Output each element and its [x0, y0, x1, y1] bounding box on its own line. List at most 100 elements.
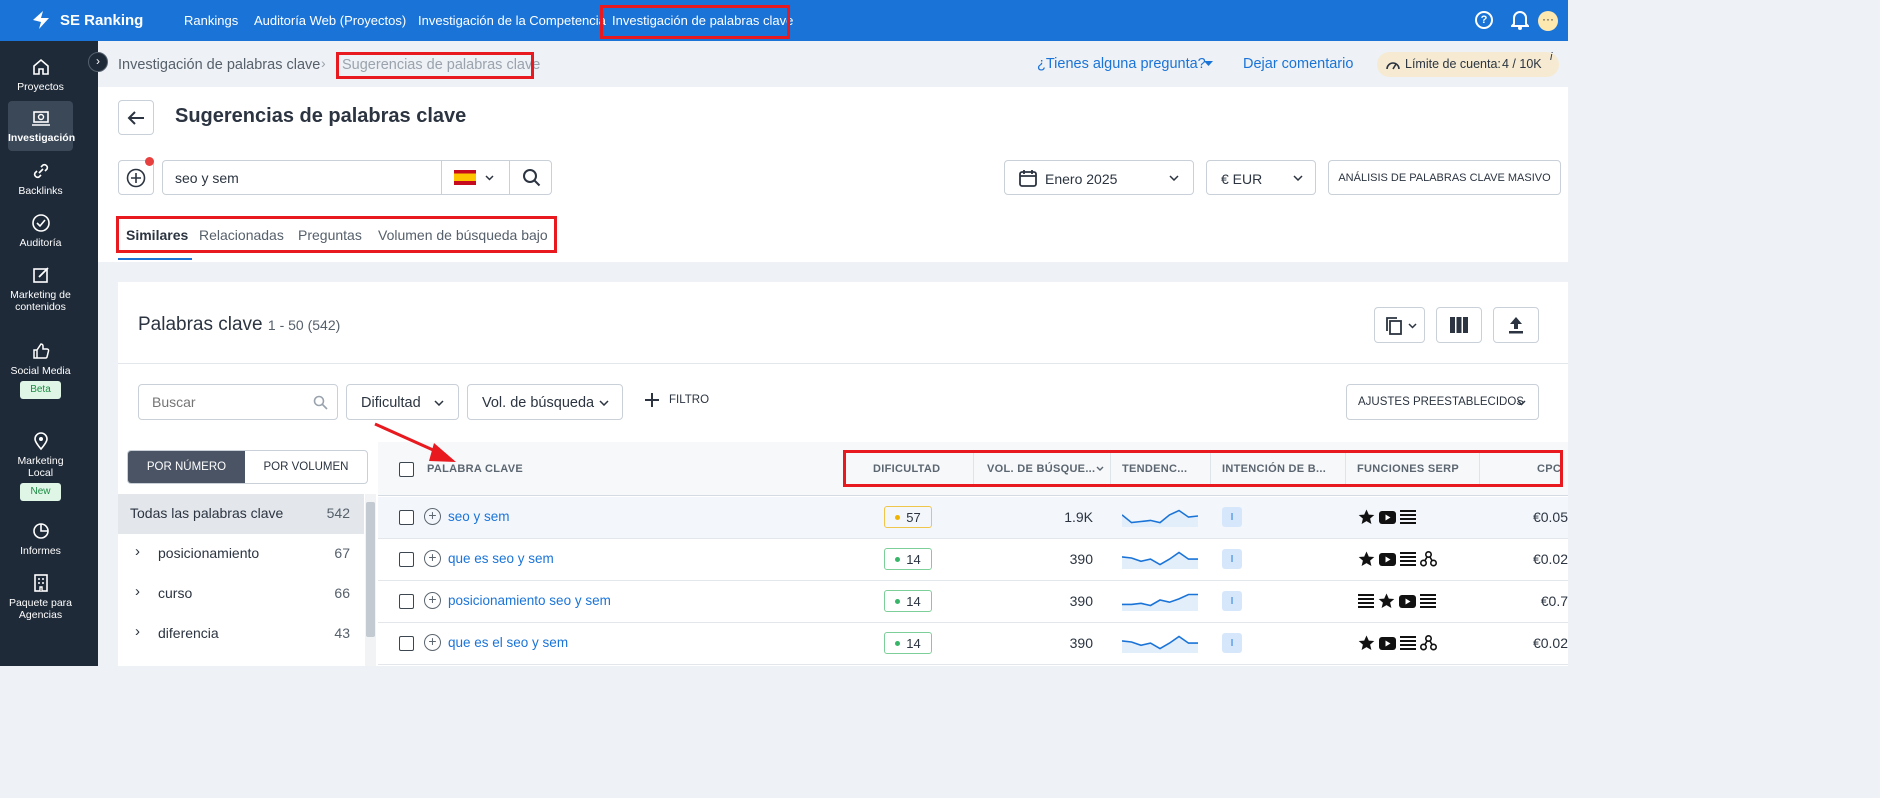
scrollbar-thumb[interactable]	[366, 502, 375, 637]
intent-badge: I	[1222, 633, 1242, 653]
brand-logo[interactable]: SE Ranking	[30, 9, 143, 31]
export-button[interactable]	[1493, 307, 1539, 343]
keyword-link[interactable]: posicionamiento seo y sem	[448, 593, 611, 608]
search-button[interactable]	[509, 161, 552, 194]
col-difficulty[interactable]: DIFICULTAD	[873, 463, 940, 475]
upload-icon	[1509, 317, 1523, 334]
breadcrumb-parent[interactable]: Investigación de palabras clave	[118, 57, 320, 73]
country-select[interactable]	[441, 161, 509, 194]
link-icon	[33, 163, 48, 179]
more-icon[interactable]: ···	[1538, 11, 1558, 31]
nav-rankings[interactable]: Rankings	[184, 13, 238, 28]
sidebar-item-label: Paquete para Agencias	[8, 597, 73, 621]
tab-similares[interactable]: Similares	[126, 227, 188, 243]
feedback-link[interactable]: Dejar comentario	[1243, 56, 1353, 72]
col-volume[interactable]: VOL. DE BÚSQUE...	[987, 463, 1095, 475]
search-icon	[523, 169, 541, 187]
row-divider	[378, 580, 1568, 581]
copy-button[interactable]	[1374, 307, 1425, 343]
volume-value: 390	[1069, 593, 1093, 609]
bulk-analysis-button[interactable]: ANÁLISIS DE PALABRAS CLAVE MASIVO	[1328, 160, 1561, 195]
by-volume-toggle[interactable]: POR VOLUMEN	[245, 451, 367, 483]
keyword-link[interactable]: que es seo y sem	[448, 551, 554, 566]
sidebar-item-projects[interactable]: Proyectos	[8, 57, 73, 93]
bulk-analysis-label: ANÁLISIS DE PALABRAS CLAVE MASIVO	[1338, 171, 1551, 184]
back-button[interactable]	[118, 100, 154, 135]
group-label: Todas las palabras clave	[130, 505, 284, 521]
add-to-list-icon[interactable]: +	[424, 508, 441, 525]
col-trend[interactable]: TENDENC...	[1122, 463, 1187, 475]
col-divider	[1479, 451, 1480, 487]
trend-sparkline	[1122, 551, 1198, 569]
chevron-right-icon: ›	[135, 583, 140, 600]
group-toggle: POR NÚMERO POR VOLUMEN	[127, 450, 368, 484]
add-to-list-icon[interactable]: +	[424, 592, 441, 609]
sidebar-item-label: Marketing Local	[17, 455, 64, 479]
col-cpc[interactable]: CPC	[1537, 463, 1561, 475]
col-serp-features[interactable]: FUNCIONES SERP	[1357, 463, 1459, 475]
col-divider	[1210, 451, 1211, 487]
add-to-list-icon[interactable]: +	[424, 550, 441, 567]
tab-preguntas[interactable]: Preguntas	[298, 227, 362, 243]
filter-search-input[interactable]	[139, 385, 309, 419]
date-select[interactable]: Enero 2025	[1004, 160, 1194, 195]
results-title-text: Palabras clave	[138, 314, 263, 335]
sidebar-item-backlinks[interactable]: Backlinks	[8, 161, 73, 197]
add-filter-button[interactable]: FILTRO	[644, 392, 709, 408]
keyword-search-input[interactable]	[163, 161, 441, 194]
group-curso[interactable]: › curso 66	[118, 574, 364, 614]
sidebar-item-content-marketing[interactable]: Marketing de contenidos	[8, 265, 73, 313]
notification-dot	[145, 157, 154, 166]
nav-web-audit[interactable]: Auditoría Web (Proyectos)	[254, 13, 406, 28]
nav-competitor-research[interactable]: Investigación de la Competencia	[418, 13, 606, 28]
cpc-value: €0.02	[1532, 635, 1568, 651]
currency-select[interactable]: € EUR	[1206, 160, 1316, 195]
sidebar-item-reports[interactable]: Informes	[8, 521, 73, 557]
sidebar-item-research[interactable]: Investigación	[8, 101, 76, 151]
columns-button[interactable]	[1436, 307, 1482, 343]
row-checkbox[interactable]	[399, 636, 414, 651]
row-checkbox[interactable]	[399, 594, 414, 609]
difficulty-badge: 14	[884, 590, 932, 612]
tab-relacionadas[interactable]: Relacionadas	[199, 227, 284, 243]
sidebar-item-social-media[interactable]: Social Media Beta	[8, 341, 73, 399]
video-icon	[1379, 552, 1396, 569]
help-icon[interactable]: ?	[1475, 11, 1493, 29]
check-circle-icon	[31, 214, 50, 232]
sidebar-item-label: Marketing de contenidos	[10, 289, 71, 313]
home-icon	[32, 58, 49, 75]
list-icon	[1400, 636, 1416, 653]
bell-icon[interactable]	[1511, 10, 1529, 30]
group-all-keywords[interactable]: Todas las palabras clave 542	[118, 494, 364, 534]
volume-filter[interactable]: Vol. de búsqueda	[467, 384, 623, 420]
groups-scrollbar[interactable]	[365, 494, 376, 666]
presets-select[interactable]: AJUSTES PREESTABLECIDOS	[1346, 384, 1539, 420]
by-number-toggle[interactable]: POR NÚMERO	[128, 451, 245, 483]
sidebar-item-agency-pack[interactable]: Paquete para Agencias	[8, 573, 73, 621]
group-diferencia[interactable]: › diferencia 43	[118, 614, 364, 654]
collapse-sidebar-button[interactable]: ›	[88, 52, 108, 72]
keyword-link[interactable]: seo y sem	[448, 509, 510, 524]
row-checkbox[interactable]	[399, 552, 414, 567]
col-divider	[973, 451, 974, 487]
limit-label: Límite de cuenta:	[1405, 57, 1501, 71]
sort-down-icon[interactable]	[1096, 466, 1104, 471]
row-checkbox[interactable]	[399, 510, 414, 525]
difficulty-filter[interactable]: Dificultad	[346, 384, 459, 420]
group-count: 67	[334, 545, 350, 561]
active-tab-indicator	[118, 258, 192, 260]
trend-sparkline	[1122, 593, 1198, 611]
sidebar-item-local-marketing[interactable]: Marketing Local New	[8, 431, 73, 501]
serp-features	[1358, 550, 1438, 570]
sidebar-item-label: Investigación	[8, 132, 76, 144]
group-posicionamiento[interactable]: › posicionamiento 67	[118, 534, 364, 574]
add-to-list-icon[interactable]: +	[424, 634, 441, 651]
account-limit-badge[interactable]: Límite de cuenta: 4 / 10K i	[1377, 51, 1559, 77]
sidebar-item-audit[interactable]: Auditoría	[8, 213, 73, 249]
tab-low-volume[interactable]: Volumen de búsqueda bajo	[378, 227, 548, 243]
nav-keyword-research[interactable]: Investigación de palabras clave	[612, 13, 793, 28]
new-badge: New	[20, 483, 61, 501]
keyword-link[interactable]: que es el seo y sem	[448, 635, 568, 650]
question-link[interactable]: ¿Tienes alguna pregunta?	[1037, 56, 1206, 72]
col-intent[interactable]: INTENCIÓN DE B...	[1222, 463, 1326, 475]
